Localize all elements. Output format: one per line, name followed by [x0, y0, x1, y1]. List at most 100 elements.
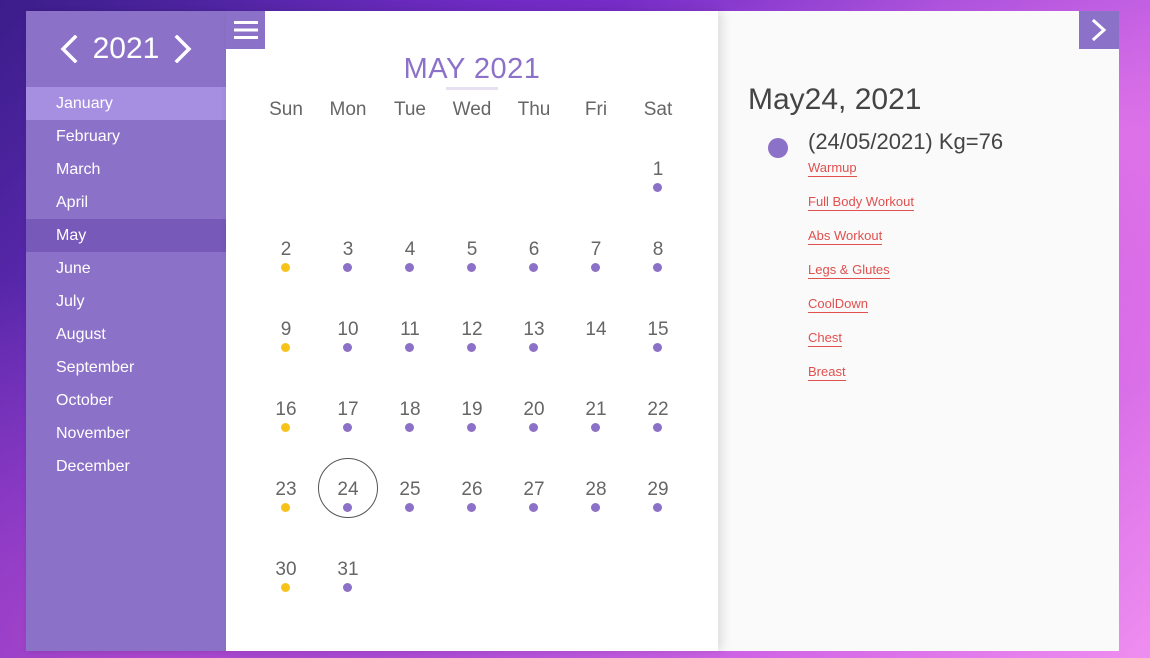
prev-year-button[interactable]	[59, 34, 79, 64]
day-number: 24	[337, 479, 359, 500]
calendar-week: 30 31	[255, 559, 689, 639]
empty-day-cell	[627, 559, 689, 639]
event-dot-yellow	[281, 583, 290, 592]
event-dot-purple	[343, 583, 352, 592]
workout-link-item: CoolDown	[808, 295, 914, 329]
day-cell-30[interactable]: 30	[255, 559, 317, 639]
day-cell-19[interactable]: 19	[441, 399, 503, 479]
workout-link-item: Abs Workout	[808, 227, 914, 261]
day-number: 17	[337, 399, 359, 420]
event-dot-purple	[467, 263, 476, 272]
day-cell-11[interactable]: 11	[379, 319, 441, 399]
workout-link[interactable]: Abs Workout	[808, 228, 883, 245]
event-dot-yellow	[281, 263, 290, 272]
workout-link[interactable]: Chest	[808, 330, 842, 347]
event-dot-purple	[343, 423, 352, 432]
day-number: 21	[585, 399, 607, 420]
empty-day-cell	[255, 159, 317, 239]
day-cell-9[interactable]: 9	[255, 319, 317, 399]
day-cell-25[interactable]: 25	[379, 479, 441, 559]
workout-link-item: Legs & Glutes	[808, 261, 914, 295]
day-cell-7[interactable]: 7	[565, 239, 627, 319]
selected-date-title: May24, 2021	[748, 83, 922, 116]
title-underline	[446, 87, 498, 90]
event-dot-purple	[591, 423, 600, 432]
day-cell-8[interactable]: 8	[627, 239, 689, 319]
day-cell-4[interactable]: 4	[379, 239, 441, 319]
workout-link[interactable]: Breast	[808, 364, 846, 381]
entry-bullet-icon	[768, 138, 788, 158]
day-number: 19	[461, 399, 483, 420]
sidebar-month-december[interactable]: December	[26, 450, 226, 483]
day-cell-1[interactable]: 1	[627, 159, 689, 239]
sidebar-month-april[interactable]: April	[26, 186, 226, 219]
day-cell-18[interactable]: 18	[379, 399, 441, 479]
day-cell-3[interactable]: 3	[317, 239, 379, 319]
next-button[interactable]	[1079, 11, 1119, 49]
day-cell-2[interactable]: 2	[255, 239, 317, 319]
entry-title: (24/05/2021) Kg=76	[808, 129, 1004, 154]
day-cell-5[interactable]: 5	[441, 239, 503, 319]
day-cell-29[interactable]: 29	[627, 479, 689, 559]
workout-link[interactable]: Legs & Glutes	[808, 262, 890, 279]
day-number: 20	[523, 399, 545, 420]
weekday-fri: Fri	[584, 99, 608, 120]
event-dot-purple	[529, 503, 538, 512]
sidebar-month-may[interactable]: May	[26, 219, 226, 252]
day-cell-10[interactable]: 10	[317, 319, 379, 399]
sidebar-month-february[interactable]: February	[26, 120, 226, 153]
sidebar-month-july[interactable]: July	[26, 285, 226, 318]
next-year-button[interactable]	[173, 34, 193, 64]
menu-button[interactable]	[226, 11, 265, 49]
calendar-panel: MAY 2021 Sun Mon Tue Wed Thu Fri Sat 123456789…	[226, 11, 718, 651]
workout-link[interactable]: CoolDown	[808, 296, 868, 313]
day-number: 27	[523, 479, 545, 500]
workout-link[interactable]: Full Body Workout	[808, 194, 914, 211]
weekday-tue: Tue	[393, 99, 427, 120]
day-number: 6	[528, 239, 540, 260]
day-cell-23[interactable]: 23	[255, 479, 317, 559]
day-number: 23	[275, 479, 297, 500]
year-label: 2021	[92, 32, 160, 65]
day-cell-16[interactable]: 16	[255, 399, 317, 479]
event-dot-purple	[343, 343, 352, 352]
day-detail-panel: May24, 2021 (24/05/2021) Kg=76 Warmup Ful…	[718, 11, 1119, 651]
event-dot-yellow	[281, 343, 290, 352]
workout-link-item: Chest	[808, 329, 914, 363]
empty-day-cell	[565, 159, 627, 239]
empty-day-cell	[379, 159, 441, 239]
event-dot-purple	[653, 503, 662, 512]
day-cell-21[interactable]: 21	[565, 399, 627, 479]
day-cell-14[interactable]: 14	[565, 319, 627, 399]
sidebar-month-august[interactable]: August	[26, 318, 226, 351]
workout-link[interactable]: Warmup	[808, 160, 857, 177]
event-dot-purple	[529, 343, 538, 352]
day-cell-28[interactable]: 28	[565, 479, 627, 559]
day-cell-24[interactable]: 24	[317, 458, 379, 559]
year-selector: 2021	[26, 11, 226, 87]
calendar-grid: 1 2 3 4 5 6 7 8 9 10 11 12 13 14 15 16 17 18 19 20 21 22 23 24 2…	[255, 159, 689, 639]
day-cell-31[interactable]: 31	[317, 559, 379, 639]
day-number: 1	[652, 159, 664, 180]
day-number: 11	[400, 319, 420, 340]
sidebar-month-january[interactable]: January	[26, 87, 226, 120]
day-cell-6[interactable]: 6	[503, 239, 565, 319]
day-number: 15	[647, 319, 669, 340]
day-cell-20[interactable]: 20	[503, 399, 565, 479]
sidebar-month-march[interactable]: March	[26, 153, 226, 186]
day-cell-27[interactable]: 27	[503, 479, 565, 559]
day-number: 16	[275, 399, 297, 420]
sidebar-month-september[interactable]: September	[26, 351, 226, 384]
empty-day-cell	[441, 559, 503, 639]
sidebar-month-november[interactable]: November	[26, 417, 226, 450]
day-cell-13[interactable]: 13	[503, 319, 565, 399]
day-cell-22[interactable]: 22	[627, 399, 689, 479]
empty-day-cell	[317, 159, 379, 239]
day-cell-26[interactable]: 26	[441, 479, 503, 559]
day-cell-15[interactable]: 15	[627, 319, 689, 399]
day-cell-12[interactable]: 12	[441, 319, 503, 399]
weekday-header: Sun Mon Tue Wed Thu Fri Sat	[255, 99, 689, 121]
sidebar-month-june[interactable]: June	[26, 252, 226, 285]
sidebar-month-october[interactable]: October	[26, 384, 226, 417]
event-dot-purple	[653, 423, 662, 432]
